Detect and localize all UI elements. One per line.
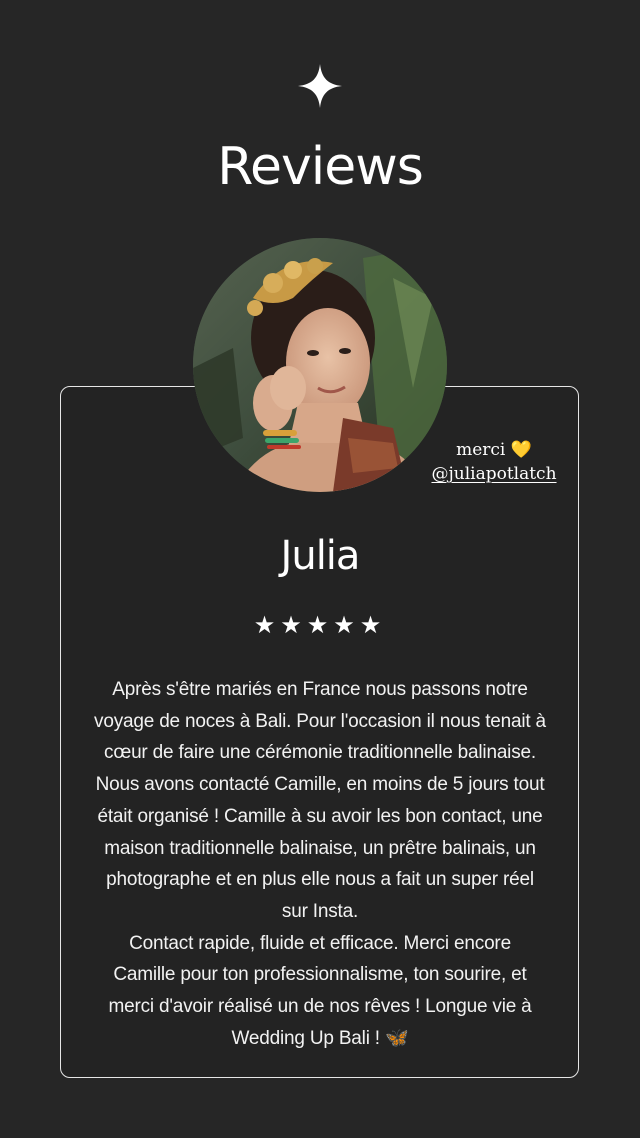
review-line: voyage de noces à Bali. Pour l'occasion … (94, 710, 546, 732)
review-line: cœur de faire une cérémonie traditionnel… (104, 742, 536, 764)
review-line: Après s'être mariés en France nous passo… (112, 679, 528, 700)
review-line: sur Insta. (281, 900, 359, 922)
star-rating: ★★★★★ (253, 612, 387, 639)
review-line: merci d'avoir réalisé un de nos rêves ! … (108, 996, 532, 1018)
sparkle-icon (298, 64, 342, 108)
review-line-last: Wedding Up Bali ! 🦋 (80, 1023, 560, 1055)
photo-tag: merci 💛 @juliapotlatch (422, 438, 566, 486)
page-title: Reviews (217, 137, 424, 197)
butterfly-icon: 🦋 (384, 1027, 409, 1049)
review-text: Après s'être mariés en France nous passo… (80, 674, 560, 1054)
yellow-heart-icon: 💛 (510, 440, 532, 460)
reviewer-avatar (193, 238, 447, 492)
tag-text: merci (456, 440, 506, 460)
review-line: était organisé ! Camille à su avoir les … (97, 805, 543, 827)
instagram-mention-link[interactable]: @juliapotlatch (431, 464, 556, 484)
review-line: maison traditionnelle balinaise, un prêt… (104, 837, 536, 859)
review-line: Camille pour ton professionnalisme, ton … (113, 964, 527, 986)
review-line: photographe et en plus elle nous a fait … (106, 869, 534, 891)
reviewer-name: Julia (280, 533, 361, 579)
review-line: Nous avons contacté Camille, en moins de… (95, 774, 545, 796)
review-line: Contact rapide, fluide et efficace. Merc… (129, 932, 511, 954)
review-line-text: Wedding Up Bali ! (231, 1027, 381, 1049)
